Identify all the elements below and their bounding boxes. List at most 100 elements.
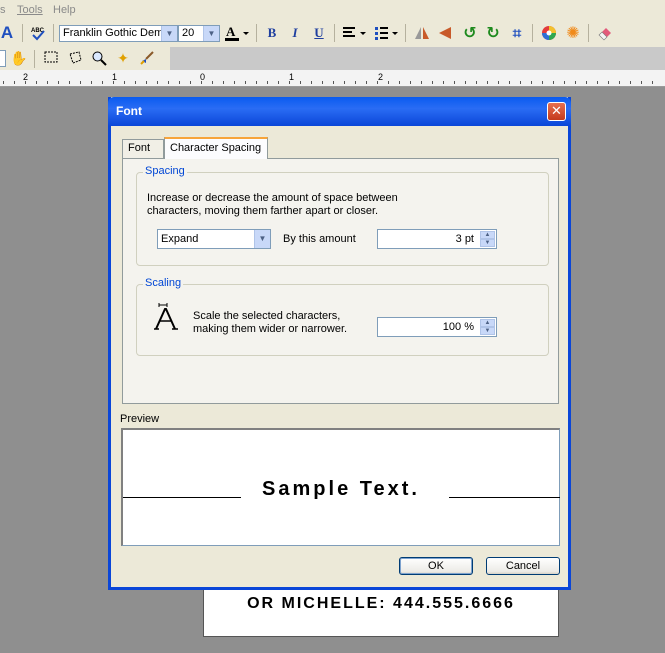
ruler-tick — [498, 81, 499, 84]
ruler-tick — [69, 81, 70, 84]
spacing-group-label: Spacing — [143, 165, 187, 177]
spacing-group: Spacing Increase or decrease the amount … — [136, 165, 549, 266]
dialog-title: Font — [116, 104, 142, 118]
ruler-tick — [333, 81, 334, 84]
spin-down-icon[interactable]: ▼ — [480, 239, 495, 247]
scaling-value: 100 % — [442, 321, 474, 333]
eraser-icon[interactable] — [594, 22, 616, 44]
spacing-amount-spinner[interactable]: 3 pt ▲ ▼ — [377, 229, 497, 249]
lasso-select-icon[interactable] — [64, 47, 86, 69]
brush-icon[interactable] — [136, 47, 158, 69]
ruler-tick — [388, 81, 389, 84]
flip-vertical-icon[interactable] — [434, 22, 456, 44]
font-size-combo[interactable]: 20 ▼ — [178, 25, 220, 42]
by-amount-label: By this amount — [283, 233, 356, 245]
select-rectangle-icon[interactable] — [40, 47, 62, 69]
document-text[interactable]: OR MICHELLE: 444.555.6666 — [204, 595, 558, 613]
preview-box: Sample Text. — [121, 428, 560, 546]
spin-up-icon[interactable]: ▲ — [480, 319, 495, 327]
preview-sample-text: Sample Text. — [262, 478, 420, 500]
character-spacing-panel: Spacing Increase or decrease the amount … — [122, 158, 559, 404]
align-dropdown[interactable] — [340, 22, 370, 44]
flip-horizontal-icon[interactable] — [411, 22, 433, 44]
ruler-tick — [377, 81, 378, 84]
rotate-left-icon[interactable]: ↺ — [459, 22, 481, 44]
ruler-tick — [212, 81, 213, 84]
ruler-tick — [36, 81, 37, 84]
ruler-tick — [223, 81, 224, 84]
toolbar-background — [170, 47, 665, 70]
menu-item-partial[interactable]: s — [0, 4, 6, 16]
spacing-description-line2: characters, moving them farther apart or… — [147, 205, 379, 217]
spinner-buttons[interactable]: ▲ ▼ — [480, 231, 495, 247]
ruler-tick — [465, 81, 466, 84]
ruler-tick — [190, 81, 191, 84]
bullets-dropdown[interactable] — [372, 22, 402, 44]
toolbar-separator — [22, 24, 23, 42]
spacing-mode-select[interactable]: Expand ▼ — [157, 229, 271, 249]
font-name-combo[interactable]: Franklin Gothic Dem ▼ — [59, 25, 178, 42]
ruler-tick — [113, 81, 114, 84]
toolbar-separator — [53, 24, 54, 42]
toolbar-separator — [532, 24, 533, 42]
ruler-tick — [289, 81, 290, 84]
spellcheck-icon[interactable]: ABC — [27, 22, 49, 44]
spinner-buttons[interactable]: ▲ ▼ — [480, 319, 495, 335]
tab-character-spacing[interactable]: Character Spacing — [164, 137, 268, 159]
italic-button[interactable]: I — [284, 22, 306, 44]
effects-icon[interactable]: ✺ — [562, 22, 584, 44]
ruler-tick — [531, 81, 532, 84]
color-wheel-icon[interactable] — [538, 22, 560, 44]
close-icon[interactable]: ✕ — [547, 102, 566, 121]
ruler-tick — [410, 81, 411, 84]
cancel-button[interactable]: Cancel — [486, 557, 560, 575]
ruler-tick — [3, 81, 4, 84]
scaling-icon — [154, 302, 182, 335]
ruler-tick — [652, 81, 653, 84]
ruler-tick — [399, 81, 400, 84]
chevron-down-icon[interactable]: ▼ — [254, 230, 270, 248]
ruler-tick — [487, 81, 488, 84]
tab-font[interactable]: Font — [122, 139, 164, 158]
chevron-down-icon[interactable]: ▼ — [203, 26, 219, 41]
ruler-tick — [344, 81, 345, 84]
zoom-icon[interactable] — [88, 47, 110, 69]
ruler-tick — [135, 81, 136, 84]
scaling-spinner[interactable]: 100 % ▲ ▼ — [377, 317, 497, 337]
underline-button[interactable]: U — [308, 22, 330, 44]
ruler-tick — [564, 81, 565, 84]
ruler-tick — [102, 81, 103, 84]
horizontal-ruler: 2 1 0 1 2 — [0, 70, 665, 87]
ok-button[interactable]: OK — [399, 557, 473, 575]
spin-down-icon[interactable]: ▼ — [480, 327, 495, 335]
ruler-tick — [14, 81, 15, 84]
font-color-button[interactable]: A — [223, 22, 251, 44]
ruler-tick — [146, 81, 147, 84]
ruler-tick — [124, 81, 125, 84]
ruler-tick — [641, 81, 642, 84]
ruler-tick — [575, 81, 576, 84]
ruler-tick — [168, 81, 169, 84]
text-style-icon[interactable]: A — [0, 22, 18, 44]
bold-button[interactable]: B — [261, 22, 283, 44]
rotate-right-icon[interactable]: ↻ — [482, 22, 504, 44]
menu-item-tools[interactable]: Tools — [17, 4, 43, 16]
hand-pan-icon[interactable]: ✋ — [8, 47, 30, 69]
toolbar-separator — [405, 24, 406, 42]
dialog-title-bar[interactable]: Font ✕ — [108, 97, 571, 126]
toolbar-separator — [588, 24, 589, 42]
menu-item-help[interactable]: Help — [53, 4, 76, 16]
ruler-tick — [80, 81, 81, 84]
crop-icon[interactable]: ⌗ — [506, 22, 528, 44]
chevron-down-icon[interactable]: ▼ — [161, 26, 177, 41]
spin-up-icon[interactable]: ▲ — [480, 231, 495, 239]
ruler-tick — [201, 81, 202, 84]
ruler-tick — [443, 81, 444, 84]
spacing-amount-value: 3 pt — [455, 233, 474, 245]
partial-field[interactable] — [0, 50, 6, 67]
ruler-tick — [476, 81, 477, 84]
ruler-tick — [509, 81, 510, 84]
scaling-group: Scaling Scale the selected characters, m… — [136, 277, 549, 356]
ruler-tick — [630, 81, 631, 84]
magic-wand-icon[interactable]: ✦ — [112, 47, 134, 69]
